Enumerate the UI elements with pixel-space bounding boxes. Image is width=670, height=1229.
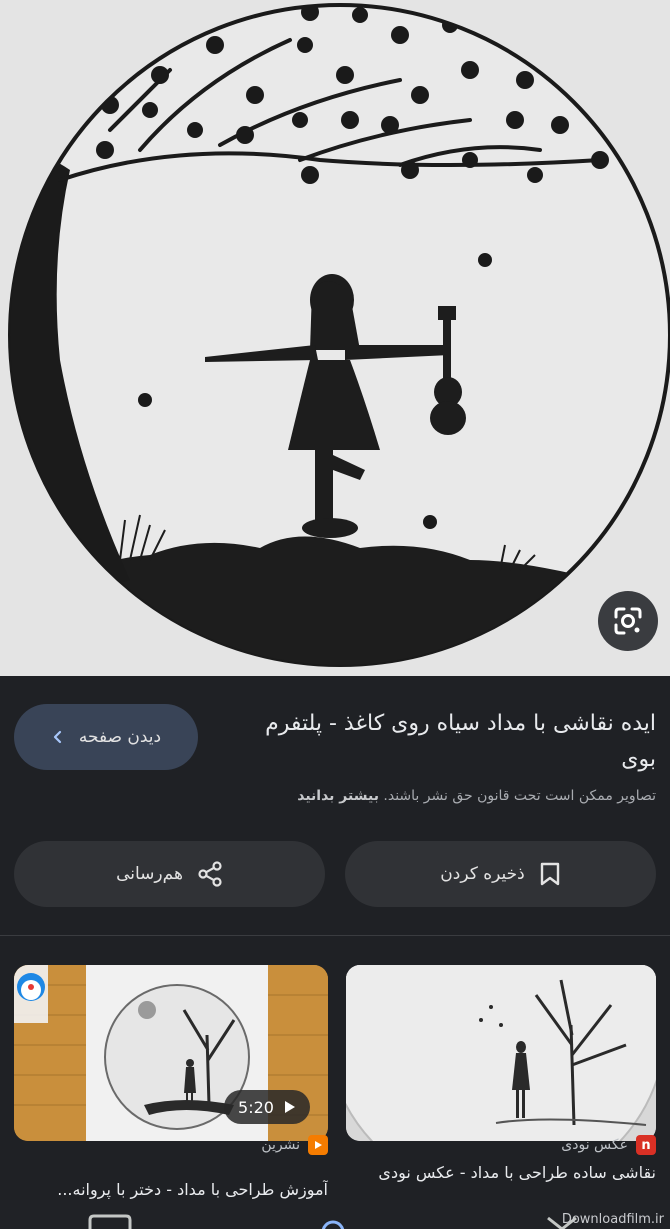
related-image-drawing [346, 965, 656, 1141]
video-duration-badge: 5:20 [224, 1090, 310, 1124]
related-title-left[interactable]: آموزش طراحی با مداد - دختر با پروانه... [14, 1180, 328, 1199]
copyright-text: تصاویر ممکن است تحت قانون حق نشر باشند. [383, 788, 656, 804]
google-lens-icon [614, 607, 642, 635]
visit-page-button[interactable]: دیدن صفحه [14, 704, 198, 770]
main-image[interactable] [0, 0, 670, 676]
related-source-right[interactable]: n عکس نودی [561, 1134, 656, 1156]
learn-more-link[interactable]: بیشتر بدانید [297, 788, 379, 804]
section-divider [0, 935, 670, 936]
video-duration: 5:20 [238, 1097, 274, 1117]
save-button[interactable]: ذخیره کردن [345, 841, 656, 907]
pencil-drawing-image [0, 0, 670, 676]
share-button[interactable]: هم‌رسانی [14, 841, 325, 907]
bookmark-icon [540, 862, 559, 886]
copyright-notice: تصاویر ممکن است تحت قانون حق نشر باشند. … [16, 788, 656, 804]
play-icon [284, 1101, 295, 1113]
play-logo-icon [308, 1135, 328, 1155]
related-source-left[interactable]: نشرین [261, 1134, 328, 1156]
chevron-left-icon [53, 730, 61, 744]
save-label: ذخیره کردن [440, 864, 525, 884]
source-name: نشرین [261, 1137, 300, 1153]
related-image-thumbnail[interactable] [346, 965, 656, 1141]
result-title[interactable]: ایده نقاشی با مداد سیاه روی کاغذ - پلتفر… [226, 706, 656, 778]
related-title-right[interactable]: نقاشی ساده طراحی با مداد - عکس نودی [346, 1163, 656, 1182]
doraemon-logo [14, 965, 48, 1023]
watermark: Downloadfilm.ir [561, 1212, 664, 1227]
visit-page-label: دیدن صفحه [78, 727, 162, 747]
source-logo-icon: n [636, 1135, 656, 1155]
share-label: هم‌رسانی [116, 864, 183, 884]
google-lens-button[interactable] [598, 591, 658, 651]
share-icon [198, 861, 222, 887]
source-name: عکس نودی [561, 1137, 628, 1153]
